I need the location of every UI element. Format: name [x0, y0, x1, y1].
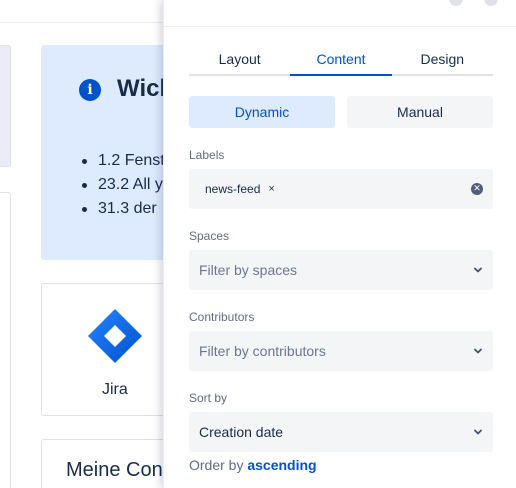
page-header-divider — [0, 22, 163, 23]
info-panel: i Wich 1.2 Fenst 23.2 All y 31.3 der — [41, 45, 181, 260]
info-list-item: 31.3 der — [79, 197, 165, 221]
clear-icon[interactable]: ✕ — [471, 183, 483, 195]
jira-logo — [88, 309, 142, 363]
contributors-placeholder: Filter by contributors — [199, 343, 326, 359]
content-card: Meine Con — [41, 439, 181, 488]
left-column-card — [0, 45, 11, 167]
info-list-item: 23.2 All y — [79, 173, 165, 197]
labels-select[interactable]: news-feed × ✕ — [189, 169, 493, 209]
label-tag: news-feed × — [199, 182, 275, 196]
content-card-heading: Meine Con — [66, 459, 163, 481]
info-panel-list: 1.2 Fenst 23.2 All y 31.3 der — [79, 149, 165, 221]
info-icon: i — [79, 79, 101, 101]
macro-config-panel: Layout Content Design Dynamic Manual Lab… — [163, 0, 516, 488]
chevron-down-icon — [474, 348, 482, 354]
chevron-down-icon — [474, 267, 482, 273]
close-icon[interactable] — [484, 0, 498, 6]
sort-by-field-label: Sort by — [189, 391, 228, 405]
tab-design[interactable]: Design — [392, 45, 493, 74]
spaces-placeholder: Filter by spaces — [199, 262, 298, 278]
sort-by-value: Creation date — [199, 424, 284, 440]
tab-content[interactable]: Content — [290, 45, 392, 76]
labels-field-label: Labels — [189, 148, 225, 162]
jira-app-label: Jira — [102, 381, 128, 398]
spaces-select[interactable]: Filter by spaces — [189, 250, 493, 290]
dynamic-mode-button[interactable]: Dynamic — [189, 96, 335, 128]
remove-tag-icon[interactable]: × — [268, 183, 274, 195]
label-tag-text: news-feed — [205, 182, 261, 196]
spaces-field-label: Spaces — [189, 229, 230, 243]
config-tabs: Layout Content Design — [189, 45, 493, 76]
contributors-field-label: Contributors — [189, 310, 255, 324]
chevron-down-icon — [474, 429, 482, 435]
order-by-row: Order by ascending — [189, 457, 317, 473]
left-column-card — [0, 192, 11, 488]
panel-header — [164, 0, 516, 27]
jira-app-card[interactable]: Jira — [41, 283, 181, 416]
sort-by-select[interactable]: Creation date — [189, 412, 493, 452]
manual-mode-button[interactable]: Manual — [347, 96, 493, 128]
contributors-select[interactable]: Filter by contributors — [189, 331, 493, 371]
order-by-label: Order by — [189, 457, 244, 473]
tab-layout[interactable]: Layout — [189, 45, 290, 74]
info-list-item: 1.2 Fenst — [79, 149, 165, 173]
order-direction-link[interactable]: ascending — [247, 457, 316, 473]
help-icon[interactable] — [449, 0, 463, 6]
